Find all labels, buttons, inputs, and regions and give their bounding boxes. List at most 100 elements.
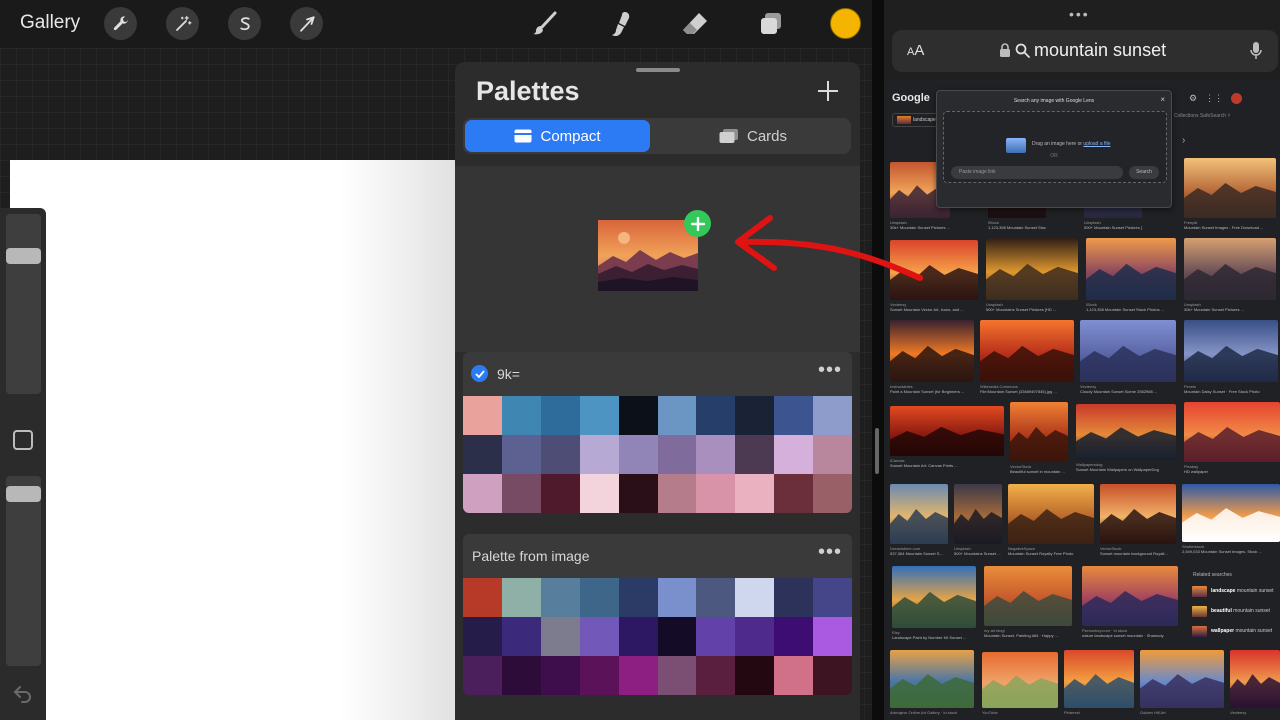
color-swatch[interactable] (657, 435, 697, 474)
result-image[interactable] (986, 238, 1078, 300)
color-swatch[interactable] (774, 396, 814, 435)
color-swatch[interactable] (774, 617, 814, 656)
color-swatch[interactable] (735, 396, 775, 435)
result-caption[interactable]: Vecteezy Sunset Mountain Vector Art, Icon… (890, 302, 978, 312)
color-swatch[interactable] (774, 474, 814, 513)
color-swatch[interactable] (618, 396, 658, 435)
color-swatch[interactable] (579, 435, 619, 474)
color-swatch[interactable] (463, 578, 502, 617)
result-caption[interactable]: Pexels Mountain Daisy Sunset · Free Stock… (1184, 384, 1278, 394)
result-image[interactable] (1230, 650, 1280, 708)
result-image[interactable] (1064, 650, 1134, 708)
selection-s-icon[interactable] (228, 7, 261, 40)
color-swatch[interactable] (813, 617, 852, 656)
color-swatch[interactable] (813, 656, 852, 695)
divider-handle[interactable] (875, 428, 879, 474)
result-image[interactable] (1086, 238, 1176, 300)
google-logo[interactable]: Google (892, 92, 930, 104)
close-icon[interactable]: × (1160, 95, 1165, 104)
color-swatch[interactable] (540, 474, 580, 513)
result-image[interactable] (982, 652, 1058, 708)
result-caption[interactable]: my art blog! Mountain Sunset, Painting #6… (984, 628, 1072, 638)
color-swatch[interactable] (813, 396, 852, 435)
result-image[interactable] (1184, 402, 1280, 462)
brush-size-slider[interactable] (6, 214, 41, 394)
result-caption[interactable]: VectorStock Sunset mountain background Ro… (1100, 546, 1176, 556)
upload-file-link[interactable]: upload a file (1083, 141, 1110, 147)
result-image[interactable] (1100, 484, 1176, 544)
color-swatch[interactable] (618, 474, 658, 513)
result-caption[interactable]: VectorStock Beautiful sunset in mountain … (1010, 464, 1068, 474)
result-caption[interactable]: Freepik Mountain Sunset Images - Free Dow… (1184, 220, 1276, 230)
drawing-canvas[interactable] (10, 160, 460, 720)
panel-grabber[interactable] (636, 68, 680, 72)
palette-name[interactable]: 9k= (497, 366, 520, 382)
color-swatch[interactable] (463, 656, 502, 695)
result-image[interactable] (1076, 404, 1176, 460)
color-swatch[interactable] (696, 474, 736, 513)
palette-name[interactable]: Palette from image (472, 548, 590, 564)
result-caption[interactable]: Unsplash 30k+ Mountain Sunset Pictures ..… (1184, 302, 1276, 312)
related-item[interactable]: beautiful mountain sunset (1192, 603, 1278, 619)
result-caption[interactable]: Wikimedia Commons File:Mountain Sunset (3… (980, 384, 1074, 394)
opacity-slider[interactable] (6, 476, 41, 666)
result-image[interactable] (980, 320, 1074, 382)
color-swatch[interactable] (618, 578, 658, 617)
result-caption[interactable]: Shutterstock 2,549,033 Mountain Sunset Im… (1182, 544, 1280, 554)
current-color-button[interactable] (830, 8, 861, 39)
result-caption[interactable]: Golden Hill Art (1140, 710, 1224, 715)
color-swatch[interactable] (735, 435, 775, 474)
result-caption[interactable]: NegativeSpace Mountain Sunset Royalty Fre… (1008, 546, 1094, 556)
color-swatch[interactable] (618, 617, 658, 656)
collections-safesearch[interactable]: Collections SafeSearch ˅ (1174, 113, 1230, 119)
color-swatch[interactable] (735, 474, 775, 513)
palette-header[interactable]: 9k= ••• (463, 352, 852, 396)
color-swatch[interactable] (774, 435, 814, 474)
color-swatch[interactable] (618, 656, 658, 695)
magic-wand-icon[interactable] (166, 7, 199, 40)
paste-link-input[interactable]: Paste image link (951, 166, 1123, 179)
result-image[interactable] (1182, 484, 1280, 542)
color-swatch[interactable] (657, 396, 697, 435)
result-image[interactable] (954, 484, 1002, 544)
opacity-knob[interactable] (6, 486, 41, 502)
text-size-button[interactable]: AA (907, 42, 924, 59)
color-swatch[interactable] (657, 617, 697, 656)
apps-grid-icon[interactable]: ⋮⋮ (1205, 93, 1223, 104)
result-image[interactable] (1082, 566, 1178, 626)
dragged-image-thumbnail[interactable] (598, 220, 698, 291)
color-swatch[interactable] (579, 617, 619, 656)
gallery-button[interactable]: Gallery (20, 12, 80, 34)
settings-gear-icon[interactable]: ⚙ (1189, 93, 1197, 104)
result-image[interactable] (984, 566, 1072, 626)
result-image[interactable] (892, 566, 976, 628)
color-swatch[interactable] (696, 396, 736, 435)
eraser-icon[interactable] (678, 7, 712, 41)
result-image[interactable] (890, 406, 1004, 456)
result-caption[interactable]: Artmajeur Online Art Gallery · In stock (890, 710, 974, 715)
result-caption[interactable]: Pinterest (1064, 710, 1134, 715)
color-swatch[interactable] (618, 435, 658, 474)
color-swatch[interactable] (579, 474, 619, 513)
more-options-icon[interactable]: ••• (818, 360, 842, 380)
result-caption[interactable]: Vecteezy (1230, 710, 1280, 715)
color-swatch[interactable] (813, 474, 852, 513)
color-swatch[interactable] (735, 656, 775, 695)
color-swatch[interactable] (501, 396, 541, 435)
color-swatch[interactable] (540, 435, 580, 474)
result-image[interactable] (1184, 238, 1276, 300)
color-swatch[interactable] (735, 578, 775, 617)
microphone-icon[interactable] (1249, 41, 1263, 61)
result-image[interactable] (1008, 484, 1094, 544)
result-caption[interactable]: Picmonkey.com · In stock nature landscape… (1082, 628, 1178, 638)
palette-card-from-image[interactable]: Palette from image ••• (463, 534, 852, 695)
chevron-right-icon[interactable]: › (1182, 135, 1185, 146)
default-checkmark-icon[interactable] (471, 365, 488, 382)
result-caption[interactable]: Unsplash 500+ Mountains Sunset ... (954, 546, 1002, 556)
result-image[interactable] (1184, 320, 1278, 382)
layers-icon[interactable] (754, 7, 788, 41)
result-caption[interactable]: iStock1,123,358 Mountain Sunset Stock Ph… (1086, 302, 1176, 312)
smudge-icon[interactable] (604, 7, 638, 41)
palette-card-9k[interactable]: 9k= ••• (463, 352, 852, 513)
result-caption[interactable]: iCanvas Sunset Mountain Art: Canvas Print… (890, 458, 1004, 468)
